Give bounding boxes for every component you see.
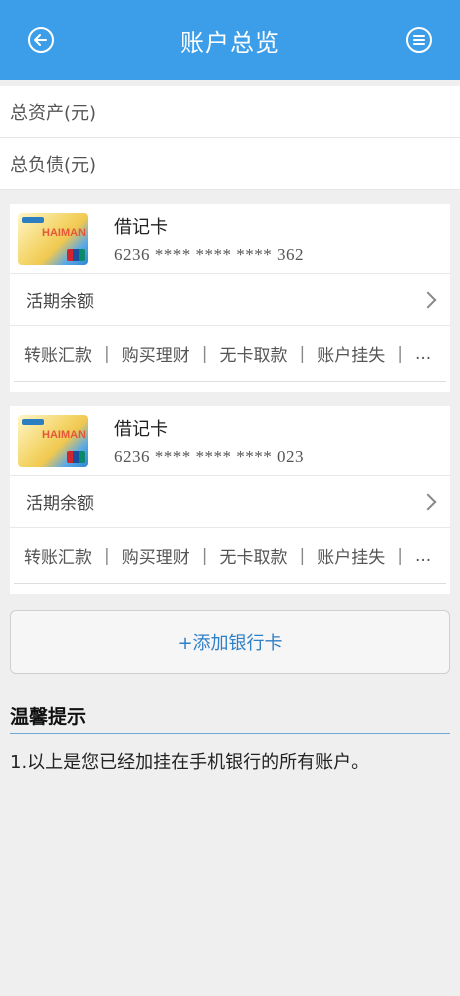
add-bank-card-button[interactable]: +添加银行卡	[10, 610, 450, 674]
card-brand: HAIMAN	[42, 226, 86, 239]
card-actions: 转账汇款 | 购买理财 | 无卡取款 | 账户挂失 | ...	[14, 326, 446, 382]
report-loss-button[interactable]: 账户挂失	[315, 543, 387, 568]
buy-wealth-button[interactable]: 购买理财	[120, 543, 192, 568]
divider: |	[104, 343, 110, 364]
divider: |	[201, 343, 208, 364]
card-number: 6236 **** **** **** 362	[114, 244, 304, 264]
menu-icon	[413, 35, 425, 45]
tips-section: 温馨提示 1.以上是您已经加挂在手机银行的所有账户。	[0, 702, 460, 774]
card-actions: 转账汇款 | 购买理财 | 无卡取款 | 账户挂失 | ...	[14, 528, 446, 584]
divider: |	[299, 343, 306, 364]
card-type: 借记卡	[114, 418, 168, 440]
balance-label: 活期余额	[26, 292, 94, 312]
account-summary: 总资产(元) 总负债(元)	[0, 86, 460, 190]
total-liabilities-label: 总负债(元)	[10, 154, 97, 176]
more-button[interactable]: ...	[413, 546, 433, 566]
divider: |	[397, 545, 403, 566]
divider: |	[104, 545, 110, 566]
cardless-withdraw-button[interactable]: 无卡取款	[217, 341, 289, 366]
buy-wealth-button[interactable]: 购买理财	[120, 341, 192, 366]
divider: |	[299, 545, 306, 566]
back-arrow-icon	[34, 34, 47, 46]
menu-button[interactable]	[406, 27, 432, 53]
card-info: 借记卡 6236 **** **** **** 023	[114, 415, 304, 467]
unionpay-icon	[67, 450, 85, 463]
total-assets-row: 总资产(元)	[0, 86, 460, 138]
transfer-button[interactable]: 转账汇款	[22, 543, 94, 568]
report-loss-button[interactable]: 账户挂失	[315, 341, 387, 366]
card-number: 6236 **** **** **** 023	[114, 446, 304, 466]
total-liabilities-row: 总负债(元)	[0, 138, 460, 190]
unionpay-icon	[67, 248, 85, 261]
more-button[interactable]: ...	[413, 344, 433, 364]
balance-row[interactable]: 活期余额	[10, 476, 450, 528]
tip-item: 1.以上是您已经加挂在手机银行的所有账户。	[10, 752, 370, 773]
bank-logo-icon	[22, 418, 44, 425]
back-button[interactable]	[28, 27, 54, 53]
bank-card-2: HAIMAN 借记卡 6236 **** **** **** 023 活期余额 …	[10, 406, 450, 594]
page-title: 账户总览	[180, 28, 280, 57]
bank-card-1: HAIMAN 借记卡 6236 **** **** **** 362 活期余额 …	[10, 204, 450, 392]
card-brand: HAIMAN	[42, 428, 86, 441]
balance-row[interactable]: 活期余额	[10, 274, 450, 326]
total-assets-label: 总资产(元)	[10, 102, 97, 124]
chevron-right-icon	[419, 291, 437, 308]
card-header[interactable]: HAIMAN 借记卡 6236 **** **** **** 023	[10, 406, 450, 476]
card-image: HAIMAN	[18, 414, 88, 467]
card-info: 借记卡 6236 **** **** **** 362	[114, 213, 304, 265]
card-header[interactable]: HAIMAN 借记卡 6236 **** **** **** 362	[10, 204, 450, 274]
card-type: 借记卡	[114, 216, 168, 238]
bank-logo-icon	[22, 216, 44, 223]
top-bar: 账户总览	[0, 0, 460, 80]
transfer-button[interactable]: 转账汇款	[22, 341, 94, 366]
chevron-right-icon	[419, 493, 437, 510]
balance-label: 活期余额	[26, 494, 94, 514]
card-image: HAIMAN	[18, 212, 88, 265]
divider: |	[201, 545, 208, 566]
divider: |	[397, 343, 403, 364]
cardless-withdraw-button[interactable]: 无卡取款	[217, 543, 289, 568]
tips-title: 温馨提示	[10, 702, 450, 734]
